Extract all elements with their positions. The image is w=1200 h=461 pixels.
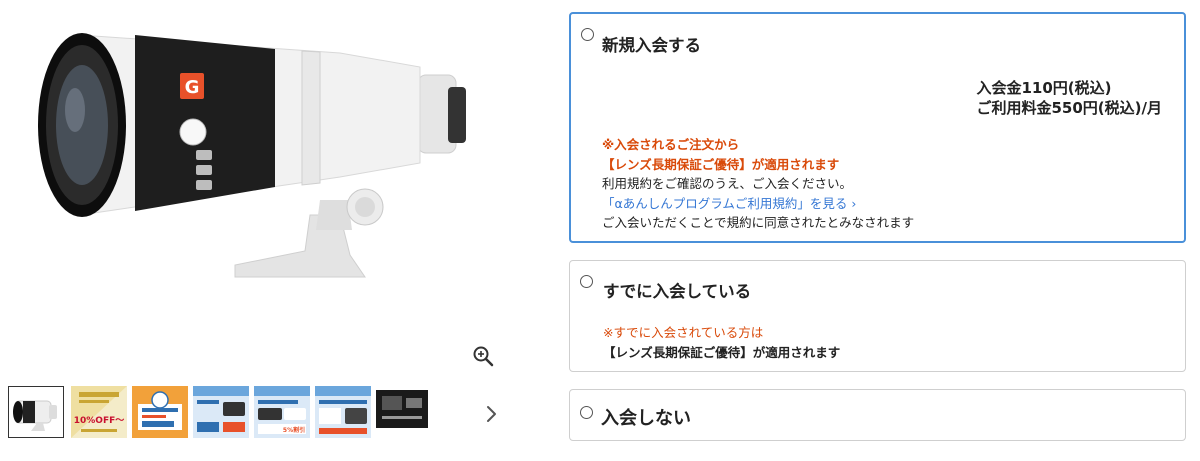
- product-gallery: G 10%OFF〜 5%割引: [0, 0, 540, 461]
- note-warning: ※すでに入会されている方は: [603, 325, 764, 340]
- option-title: すでに入会している: [603, 282, 752, 301]
- thumbnail-banner-repair[interactable]: 5%割引: [254, 386, 310, 438]
- thumbnail-banner-rental[interactable]: [193, 386, 249, 438]
- note-warranty: 【レンズ長期保証ご優待】が適用されます: [602, 156, 840, 172]
- radio-no-membership[interactable]: [580, 406, 593, 419]
- note-agreement: ご入会いただくことで規約に同意されたとみなされます: [602, 215, 915, 230]
- thumb5-banner-text: 5%割引: [283, 426, 305, 434]
- fee-block: 入会金110円(税込) ご利用料金550円(税込)/月: [976, 78, 1162, 118]
- thumb1-banner-text: 10%OFF〜: [74, 416, 125, 426]
- membership-options: 新規入会する 入会金110円(税込) ご利用料金550円(税込)/月 ※入会され…: [569, 0, 1186, 461]
- option-notes: ※すでに入会されている方は 【レンズ長期保証ご優待】が適用されます: [603, 323, 840, 362]
- option-no-membership[interactable]: 入会しない: [569, 389, 1186, 441]
- option-already-member[interactable]: すでに入会している ※すでに入会されている方は 【レンズ長期保証ご優待】が適用さ…: [569, 260, 1186, 372]
- thumbnail-lens[interactable]: [8, 386, 64, 438]
- chevron-right-icon[interactable]: [482, 402, 500, 426]
- radio-already-member[interactable]: [580, 275, 593, 288]
- option-new-membership[interactable]: 新規入会する 入会金110円(税込) ご利用料金550円(税込)/月 ※入会され…: [569, 12, 1186, 243]
- thumbnail-banner-trade-in[interactable]: [315, 386, 371, 438]
- fee-monthly: ご利用料金550円(税込)/月: [976, 99, 1162, 117]
- thumbnail-video[interactable]: [376, 386, 432, 438]
- radio-new-membership[interactable]: [581, 28, 594, 41]
- main-product-image[interactable]: G: [20, 15, 480, 295]
- option-title: 新規入会する: [602, 36, 701, 55]
- note-warning: ※入会されるご注文から: [602, 137, 740, 152]
- terms-link[interactable]: 「αあんしんプログラムご利用規約」を見る ›: [602, 194, 914, 214]
- note-terms: 利用規約をご確認のうえ、ご入会ください。: [602, 176, 853, 191]
- thumbnail-banner-discount[interactable]: 10%OFF〜: [71, 386, 127, 438]
- note-warranty: 【レンズ長期保証ご優待】が適用されます: [603, 344, 841, 360]
- zoom-in-icon[interactable]: [472, 345, 494, 367]
- thumbnail-banner-warranty[interactable]: [132, 386, 188, 438]
- svg-text:G: G: [185, 77, 200, 98]
- option-title: 入会しない: [601, 408, 691, 429]
- option-notes: ※入会されるご注文から 【レンズ長期保証ご優待】が適用されます 利用規約をご確認…: [602, 135, 914, 233]
- fee-entrance: 入会金110円(税込): [976, 79, 1112, 97]
